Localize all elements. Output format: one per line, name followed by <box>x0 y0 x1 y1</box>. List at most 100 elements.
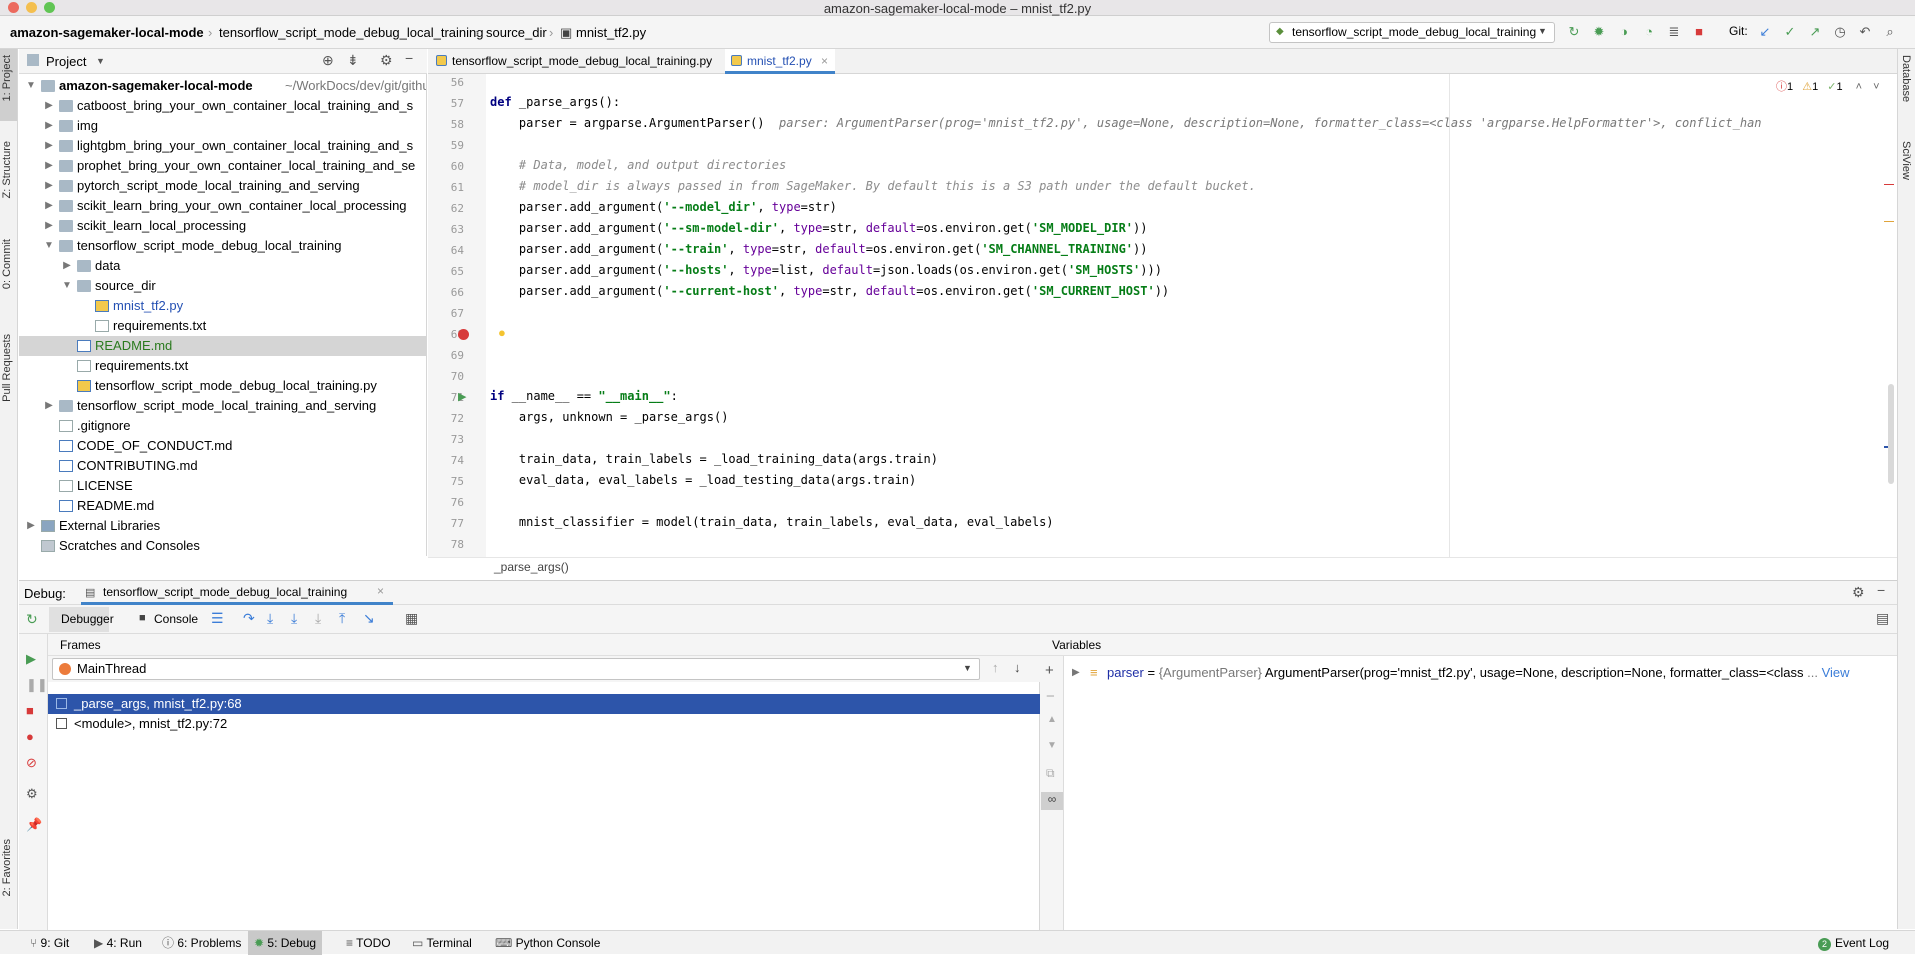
code-line[interactable]: parser.add_argument('--train', type=str,… <box>490 239 1148 260</box>
chevron-right-icon[interactable]: ▶ <box>43 96 55 116</box>
favorites-tool-tab[interactable]: 2: Favorites <box>1 839 13 896</box>
bottom-tool-problems[interactable]: ⓘ 6: Problems <box>156 931 247 955</box>
code-line[interactable]: def _parse_args(): <box>490 92 620 113</box>
code-line[interactable]: parser.add_argument('--hosts', type=list… <box>490 260 1162 281</box>
breadcrumb-subfolder[interactable]: source_dir <box>486 25 547 40</box>
tree-item[interactable]: tensorflow_script_mode_debug_local_train… <box>19 376 426 396</box>
concurrency-diagram-icon[interactable]: ≣ <box>1666 24 1682 40</box>
chevron-down-icon[interactable]: ▼ <box>61 276 73 296</box>
console-tab[interactable]: Console <box>154 612 198 626</box>
frame-item[interactable]: _parse_args, mnist_tf2.py:68 <box>48 694 1040 714</box>
view-breakpoints-icon[interactable]: ● <box>26 729 34 744</box>
bottom-tool-terminal[interactable]: ▭ Terminal <box>406 931 478 955</box>
code-line[interactable]: parser.add_argument('--sm-model-dir', ty… <box>490 218 1148 239</box>
layout-settings-icon[interactable]: ▤ <box>1876 610 1889 627</box>
git-push-icon[interactable]: ↗ <box>1807 24 1823 40</box>
hide-panel-icon[interactable]: − <box>405 50 413 66</box>
chevron-right-icon[interactable]: ▶ <box>43 396 55 416</box>
git-commit-icon[interactable]: ✓ <box>1782 24 1798 40</box>
inspection-widget[interactable]: ⓘ1 ⚠1 ✓1 ˄ ˅ <box>1776 78 1880 94</box>
debug-session-tab[interactable]: ▤ tensorflow_script_mode_debug_local_tra… <box>81 581 393 605</box>
code-line[interactable]: parser = argparse.ArgumentParser() parse… <box>490 113 1762 134</box>
tree-item[interactable]: ▶ pytorch_script_mode_local_training_and_… <box>19 176 426 196</box>
pin-icon[interactable]: 📌 <box>26 817 42 833</box>
chevron-right-icon[interactable]: ▶ <box>1072 663 1080 683</box>
chevron-right-icon[interactable]: ▶ <box>43 176 55 196</box>
close-tab-icon[interactable]: × <box>377 584 384 598</box>
code-line[interactable]: parser.add_argument('--current-host', ty… <box>490 281 1169 302</box>
tree-item[interactable]: README.md <box>19 336 426 356</box>
git-update-icon[interactable]: ↙ <box>1757 24 1773 40</box>
collapse-all-icon[interactable]: ⇟ <box>347 52 359 69</box>
bottom-tool-todo[interactable]: ≡ TODO <box>340 931 397 955</box>
function-breadcrumb[interactable]: _parse_args() <box>494 560 569 574</box>
tree-item[interactable]: README.md <box>19 496 426 516</box>
tree-item[interactable]: ▶ tensorflow_script_mode_local_training_a… <box>19 396 426 416</box>
tree-item[interactable]: ▶ scikit_learn_bring_your_own_container_l… <box>19 196 426 216</box>
previous-highlight-icon[interactable]: ˄ <box>1856 81 1862 93</box>
bottom-tool-python-console[interactable]: ⌨ Python Console <box>489 931 606 955</box>
rerun-icon[interactable]: ↻ <box>1566 24 1582 40</box>
tree-item[interactable]: ▶ scikit_learn_local_processing <box>19 216 426 236</box>
code-line[interactable]: return parser.parse_known_args() <box>490 323 750 344</box>
run-gutter-icon[interactable]: ▶ <box>458 390 466 403</box>
sciview-tool-tab[interactable]: SciView <box>1900 141 1912 180</box>
run-configuration-selector[interactable]: ◆ tensorflow_script_mode_debug_local_tra… <box>1269 22 1555 43</box>
step-out-icon[interactable]: ⤒ <box>339 610 345 627</box>
pause-icon[interactable]: ❚❚ <box>26 677 48 693</box>
chevron-right-icon[interactable]: ▶ <box>43 116 55 136</box>
mute-breakpoints-icon[interactable]: ⊘ <box>26 755 37 771</box>
tree-item[interactable]: requirements.txt <box>19 316 426 336</box>
tree-item[interactable]: requirements.txt <box>19 356 426 376</box>
error-stripe-mark[interactable] <box>1884 184 1894 185</box>
editor-scrollbar[interactable] <box>1888 384 1894 484</box>
breadcrumb-project[interactable]: amazon-sagemaker-local-mode <box>10 25 204 40</box>
search-icon[interactable]: ⌕ <box>1882 24 1898 40</box>
code-line[interactable]: # Data, model, and output directories <box>490 155 786 176</box>
rollback-icon[interactable]: ↶ <box>1857 24 1873 40</box>
breakpoint-icon[interactable] <box>458 329 469 340</box>
chevron-down-icon[interactable]: ▼ <box>96 56 105 66</box>
show-watches-icon[interactable]: ∞ <box>1041 792 1063 810</box>
tree-item[interactable]: .gitignore <box>19 416 426 436</box>
tree-item[interactable]: ▼ source_dir <box>19 276 426 296</box>
commit-tool-tab[interactable]: 0: Commit <box>1 239 13 289</box>
event-log-button[interactable]: 2 Event Log <box>1812 931 1895 955</box>
code-editor[interactable]: ⓘ1 ⚠1 ✓1 ˄ ˅ def _parse_args(): parser =… <box>486 74 1897 557</box>
database-tool-tab[interactable]: Database <box>1900 55 1912 102</box>
tree-item[interactable]: ▶ prophet_bring_your_own_container_local_… <box>19 156 426 176</box>
project-tool-tab[interactable]: 1: Project <box>1 55 13 101</box>
tree-item[interactable]: ▶ External Libraries <box>19 516 426 536</box>
breadcrumb-file[interactable]: mnist_tf2.py <box>576 25 646 40</box>
chevron-right-icon[interactable]: ▶ <box>43 196 55 216</box>
step-into-my-code-icon[interactable]: ⤓ <box>291 610 297 627</box>
gear-icon[interactable]: ⚙ <box>1852 584 1865 601</box>
history-icon[interactable]: ◷ <box>1832 24 1848 40</box>
code-line[interactable]: parser.add_argument('--model_dir', type=… <box>490 197 837 218</box>
tab-tensorflow-script[interactable]: tensorflow_script_mode_debug_local_train… <box>430 49 714 74</box>
move-watch-up-icon[interactable]: ▲ <box>1047 714 1057 725</box>
profile-icon[interactable]: ◔ <box>1641 24 1657 40</box>
chevron-down-icon[interactable]: ▼ <box>25 76 37 96</box>
gear-icon[interactable]: ⚙ <box>380 52 393 69</box>
remove-watch-icon[interactable]: − <box>1046 688 1055 705</box>
code-line[interactable]: args, unknown = _parse_args() <box>490 407 729 428</box>
tree-item[interactable]: ▼ amazon-sagemaker-local-mode ~/WorkDocs/d… <box>19 76 426 96</box>
warning-stripe-mark[interactable] <box>1884 221 1894 222</box>
code-line[interactable]: eval_data, eval_labels = _load_testing_d… <box>490 470 916 491</box>
new-watch-icon[interactable]: + <box>1045 662 1054 679</box>
bottom-tool-run[interactable]: ▶ 4: Run <box>88 931 148 955</box>
debug-bug-icon[interactable]: ✹ <box>1591 24 1607 40</box>
hide-panel-icon[interactable]: − <box>1877 582 1885 598</box>
bottom-tool-debug[interactable]: ✹ 5: Debug <box>248 931 323 955</box>
run-with-coverage-icon[interactable]: ◑ <box>1616 24 1632 40</box>
chevron-right-icon[interactable]: ▶ <box>25 516 37 536</box>
previous-frame-icon[interactable]: ↑ <box>992 660 999 675</box>
code-line[interactable]: train_data, train_labels = _load_trainin… <box>490 449 938 470</box>
chevron-right-icon[interactable]: ▶ <box>43 216 55 236</box>
view-link[interactable]: View <box>1818 665 1850 680</box>
tree-item[interactable]: ▶ img <box>19 116 426 136</box>
chevron-down-icon[interactable]: ▼ <box>43 236 55 256</box>
step-over-icon[interactable]: ↷ <box>243 610 255 627</box>
chevron-right-icon[interactable]: ▶ <box>43 156 55 176</box>
